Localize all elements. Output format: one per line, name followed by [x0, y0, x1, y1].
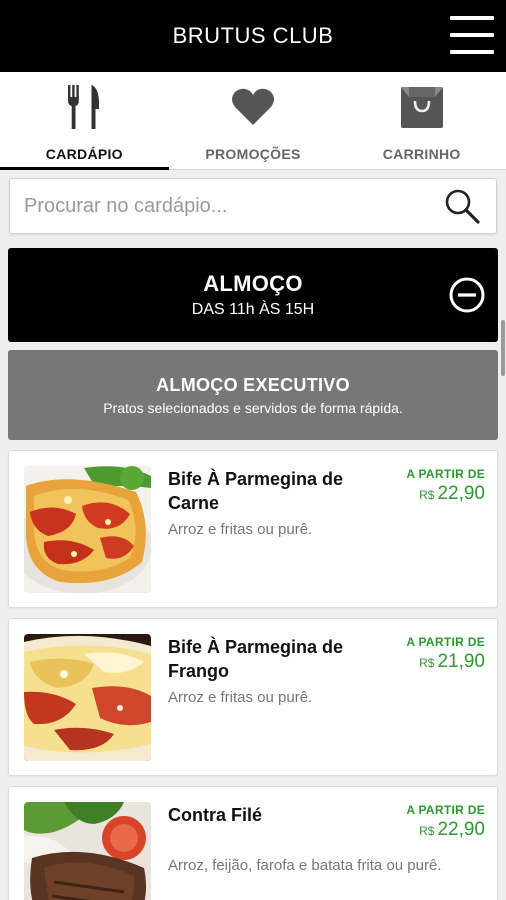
menu-item-card[interactable]: Bife À Parmegina de Carne Arroz e fritas… — [8, 450, 498, 608]
price-value: 21,90 — [437, 651, 485, 672]
item-price: R$ 22,90 — [419, 483, 485, 505]
menu-item-card[interactable]: Contra Filé Arroz, feijão, farofa e bata… — [8, 786, 498, 900]
item-description: Arroz e fritas ou purê. — [168, 521, 313, 538]
tab-promocoes[interactable]: PROMOÇÕES — [169, 72, 338, 169]
item-name: Bife À Parmegina de Carne — [168, 469, 344, 513]
tab-cardapio[interactable]: CARDÁPIO — [0, 72, 169, 170]
app-title: BRUTUS CLUB — [172, 23, 334, 48]
subsection-title: ALMOÇO EXECUTIVO — [156, 374, 350, 395]
heart-icon — [231, 84, 275, 130]
search-input[interactable] — [24, 194, 442, 218]
menu-item-list: Bife À Parmegina de Carne Arroz e fritas… — [0, 450, 506, 900]
section-title: ALMOÇO — [203, 271, 303, 296]
menu-line — [450, 16, 494, 20]
menu-section-header[interactable]: ALMOÇO DAS 11h ÀS 15H — [8, 248, 498, 342]
currency-symbol: R$ — [419, 824, 435, 838]
item-description: Arroz e fritas ou purê. — [168, 689, 313, 706]
currency-symbol: R$ — [419, 656, 435, 670]
price-from-label: A PARTIR DE — [406, 635, 485, 649]
hamburger-menu-icon[interactable] — [450, 16, 494, 54]
scrollbar[interactable] — [501, 320, 505, 376]
app-header: BRUTUS CLUB — [0, 0, 506, 72]
fork-knife-icon — [66, 84, 102, 130]
dish-photo — [24, 802, 151, 900]
price-from-label: A PARTIR DE — [406, 803, 485, 817]
tab-carrinho[interactable]: CARRINHO — [337, 72, 506, 169]
tab-label: CARRINHO — [382, 146, 461, 162]
item-name: Contra Filé — [168, 805, 263, 825]
item-price: R$ 22,90 — [419, 819, 485, 841]
price-value: 22,90 — [437, 483, 485, 504]
dish-photo — [24, 634, 151, 761]
menu-line — [450, 33, 494, 37]
section-hours: DAS 11h ÀS 15H — [191, 301, 315, 318]
search-icon[interactable] — [442, 186, 482, 226]
item-name: Bife À Parmegina de Frango — [168, 637, 344, 681]
search-bar — [9, 178, 497, 234]
menu-line — [450, 50, 494, 54]
menu-item-card[interactable]: Bife À Parmegina de Frango Arroz e frita… — [8, 618, 498, 776]
price-from-label: A PARTIR DE — [406, 467, 485, 481]
tab-label: CARDÁPIO — [45, 146, 123, 162]
item-description: Arroz, feijão, farofa e batata frita ou … — [168, 857, 442, 874]
subsection-description: Pratos selecionados e servidos de forma … — [103, 399, 403, 416]
tab-bar: CARDÁPIO PROMOÇÕES CARRINHO — [0, 72, 506, 170]
price-value: 22,90 — [437, 819, 485, 840]
subsection-header: ALMOÇO EXECUTIVO Pratos selecionados e s… — [8, 350, 498, 440]
tab-label: PROMOÇÕES — [205, 146, 301, 162]
item-price: R$ 21,90 — [419, 651, 485, 673]
currency-symbol: R$ — [419, 488, 435, 502]
shopping-bag-icon — [400, 84, 444, 130]
collapse-minus-icon[interactable] — [448, 276, 486, 314]
dish-photo — [24, 466, 151, 593]
